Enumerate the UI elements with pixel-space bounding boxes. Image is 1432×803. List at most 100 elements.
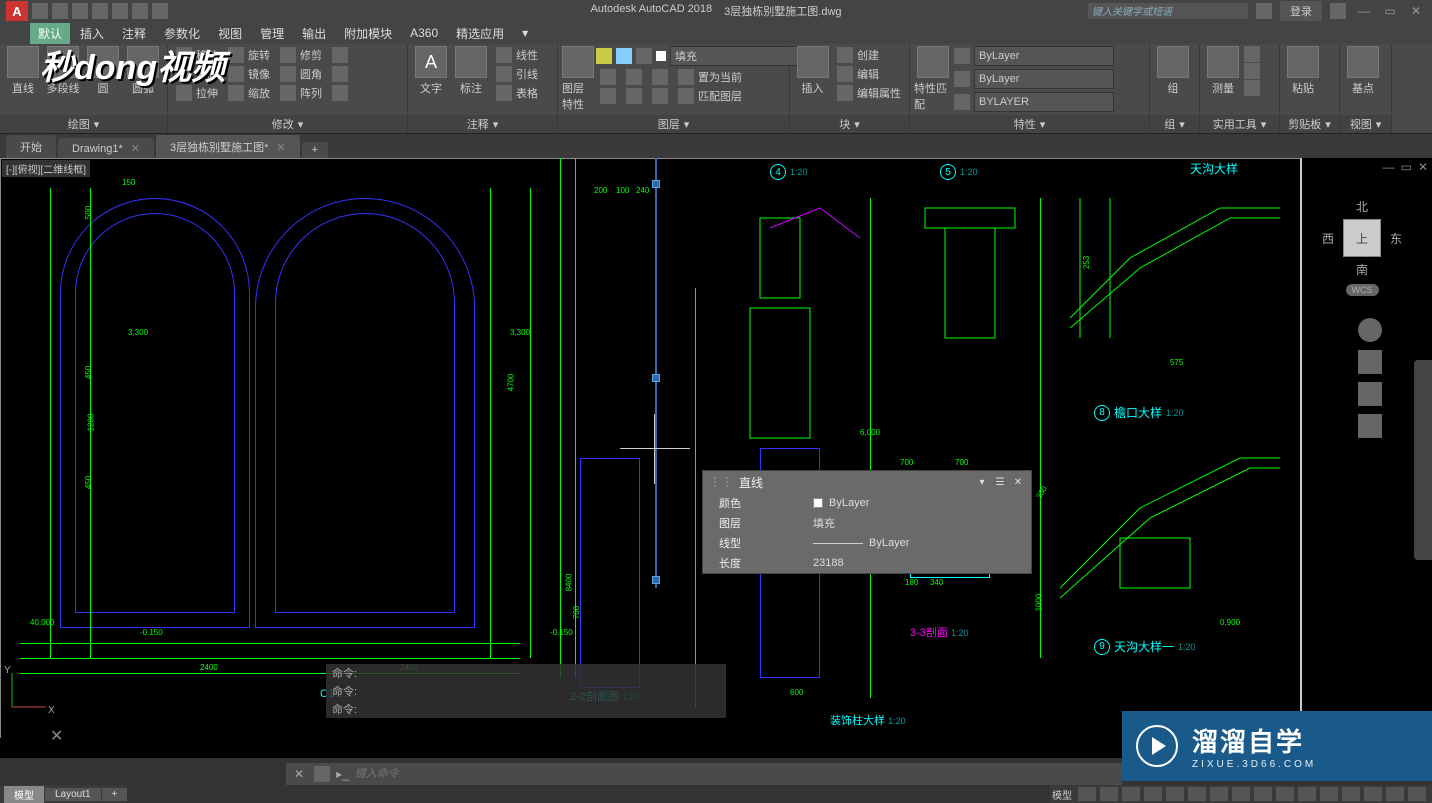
tab-a360[interactable]: A360 (402, 24, 446, 42)
layer-tool-5[interactable] (648, 68, 672, 86)
move-button[interactable]: 移动 (172, 46, 222, 64)
setcurrent-button[interactable]: 置为当前 (674, 68, 746, 86)
qprops-row-layer[interactable]: 图层 填充 (703, 513, 1031, 533)
status-workspace-icon[interactable] (1298, 787, 1316, 801)
tab-overflow-icon[interactable]: ▾ (514, 24, 536, 42)
measure-button[interactable]: 测量 (1204, 46, 1242, 96)
search-input[interactable]: 键入关键字或短语 (1088, 3, 1248, 19)
qat-saveas-icon[interactable] (92, 3, 108, 19)
grip-handle-icon[interactable]: ⋮⋮ (709, 475, 733, 489)
color-combo[interactable]: ByLayer (974, 46, 1114, 66)
base-button[interactable]: 基点 (1344, 46, 1382, 96)
close-x-icon[interactable]: ✕ (50, 726, 63, 746)
steering-wheel-icon[interactable] (1358, 318, 1382, 342)
drawing2-tab[interactable]: 3层独栋别墅施工图*✕ (156, 135, 300, 158)
start-tab[interactable]: 开始 (6, 135, 56, 158)
selected-line[interactable] (655, 158, 657, 588)
create-block-button[interactable]: 创建 (833, 46, 905, 64)
infocenter-icon[interactable] (1256, 3, 1272, 19)
paste-button[interactable]: 粘贴 (1284, 46, 1322, 96)
dimension-button[interactable]: 标注 (452, 46, 490, 96)
close-icon[interactable]: ✕ (1406, 4, 1426, 18)
viewcube-top-face[interactable]: 上 (1343, 219, 1381, 257)
viewcube-west[interactable]: 西 (1322, 230, 1334, 247)
tab-output[interactable]: 输出 (294, 23, 334, 44)
new-tab-button[interactable]: + (302, 142, 328, 158)
quick-properties-panel[interactable]: ⋮⋮ 直线 ▾ ☰ ✕ 颜色 ByLayer 图层 填充 线型 ByLayer … (702, 470, 1032, 574)
layer-tool-1[interactable] (596, 68, 620, 86)
qat-new-icon[interactable] (32, 3, 48, 19)
qat-print-icon[interactable] (112, 3, 128, 19)
qprops-close-icon[interactable]: ✕ (1011, 475, 1025, 489)
edit-attr-button[interactable]: 编辑属性 (833, 84, 905, 102)
viewport-max-icon[interactable]: ▭ (1401, 160, 1412, 174)
viewcube-south[interactable]: 南 (1322, 261, 1402, 278)
app-logo-icon[interactable]: A (6, 1, 28, 21)
viewport-controls[interactable]: [-][俯视][二维线框] (2, 160, 90, 177)
status-transparency-icon[interactable] (1232, 787, 1250, 801)
status-otrack-icon[interactable] (1188, 787, 1206, 801)
tab-addins[interactable]: 附加模块 (336, 23, 400, 44)
viewcube[interactable]: 北 西 上 东 南 WCS (1322, 198, 1402, 298)
status-cycling-icon[interactable] (1254, 787, 1272, 801)
select-icon[interactable] (1244, 63, 1260, 79)
status-model[interactable]: 模型 (1050, 787, 1074, 802)
table-button[interactable]: 表格 (492, 84, 542, 102)
layer-combo[interactable]: 填充 (596, 46, 810, 66)
zoom-icon[interactable] (1358, 382, 1382, 406)
group-button[interactable]: 组 (1154, 46, 1192, 96)
status-isolate-icon[interactable] (1342, 787, 1360, 801)
status-annoscale-icon[interactable] (1276, 787, 1294, 801)
viewport-min-icon[interactable]: — (1383, 160, 1395, 174)
wcs-label[interactable]: WCS (1346, 284, 1379, 296)
layout1-tab[interactable]: Layout1 (45, 788, 101, 801)
copy-button[interactable]: 复制 (172, 65, 222, 83)
qprops-row-color[interactable]: 颜色 ByLayer (703, 493, 1031, 513)
status-clean-icon[interactable] (1386, 787, 1404, 801)
pan-icon[interactable] (1358, 350, 1382, 374)
insert-button[interactable]: 插入 (794, 46, 831, 96)
qselect-icon[interactable] (1244, 80, 1260, 96)
qat-redo-icon[interactable] (152, 3, 168, 19)
explode-button[interactable] (328, 65, 352, 83)
tab-default[interactable]: 默认 (30, 23, 70, 44)
array-button[interactable]: 阵列 (276, 84, 326, 102)
tab-view[interactable]: 视图 (210, 23, 250, 44)
grip-icon[interactable] (652, 374, 660, 382)
erase-button[interactable] (328, 46, 352, 64)
side-toolbar[interactable] (1414, 360, 1432, 560)
grip-icon[interactable] (652, 180, 660, 188)
status-ortho-icon[interactable] (1122, 787, 1140, 801)
maximize-icon[interactable]: ▭ (1380, 4, 1400, 18)
status-snap-icon[interactable] (1100, 787, 1118, 801)
tab-annotate[interactable]: 注释 (114, 23, 154, 44)
orbit-icon[interactable] (1358, 414, 1382, 438)
linear-button[interactable]: 线性 (492, 46, 542, 64)
cmdline-customize-icon[interactable] (314, 766, 330, 782)
exchange-icon[interactable] (1330, 3, 1346, 19)
offset-button[interactable] (328, 84, 352, 102)
qat-open-icon[interactable] (52, 3, 68, 19)
status-osnap-icon[interactable] (1166, 787, 1184, 801)
login-button[interactable]: 登录 (1280, 1, 1322, 21)
tab-parametric[interactable]: 参数化 (156, 23, 208, 44)
tab-manage[interactable]: 管理 (252, 23, 292, 44)
status-polar-icon[interactable] (1144, 787, 1162, 801)
close-tab-icon[interactable]: ✕ (131, 142, 140, 155)
status-custom-icon[interactable] (1408, 787, 1426, 801)
layer-tool-6[interactable] (648, 87, 672, 105)
viewcube-north[interactable]: 北 (1322, 198, 1402, 215)
circle-button[interactable]: 圆 (84, 46, 122, 96)
qprops-row-ltype[interactable]: 线型 ByLayer (703, 533, 1031, 553)
status-monitor-icon[interactable] (1320, 787, 1338, 801)
viewport-close-icon[interactable]: ✕ (1418, 160, 1428, 174)
layout-model-tab[interactable]: 模型 (4, 786, 44, 803)
minimize-icon[interactable]: — (1354, 4, 1374, 18)
status-grid-icon[interactable] (1078, 787, 1096, 801)
trim-button[interactable]: 修剪 (276, 46, 326, 64)
matchprops-button[interactable]: 特性匹配 (914, 46, 952, 112)
scale-button[interactable]: 缩放 (224, 84, 274, 102)
line-button[interactable]: 直线 (4, 46, 42, 96)
fillet-button[interactable]: 圆角 (276, 65, 326, 83)
mirror-button[interactable]: 镜像 (224, 65, 274, 83)
